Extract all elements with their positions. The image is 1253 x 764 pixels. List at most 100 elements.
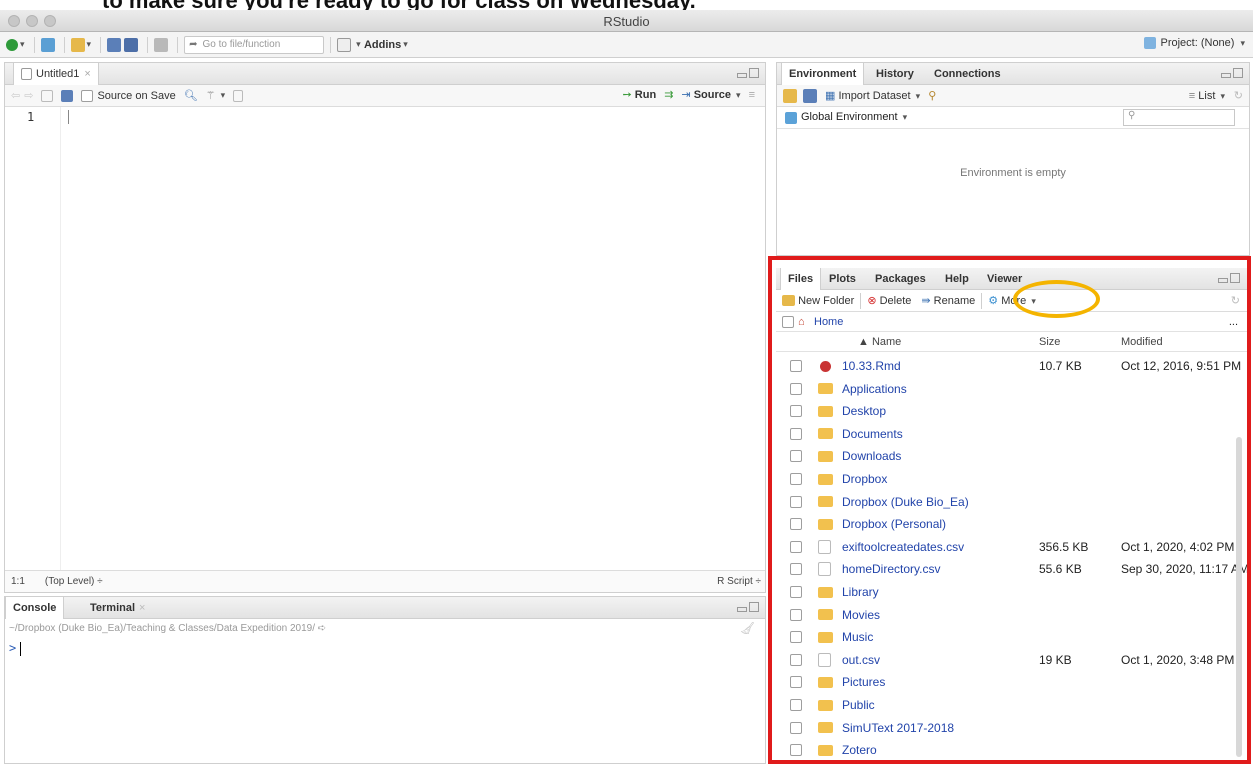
file-name[interactable]: Zotero <box>842 743 877 757</box>
back-arrow-icon[interactable]: ⇦ <box>11 89 20 102</box>
file-name[interactable]: exiftoolcreatedates.csv <box>842 540 964 554</box>
scope-selector[interactable]: (Top Level) ÷ <box>45 576 103 587</box>
code-editor[interactable] <box>60 107 765 570</box>
file-row[interactable]: Downloads <box>776 445 1250 467</box>
rename-button[interactable]: ⇛ Rename <box>921 294 975 307</box>
broom-icon[interactable]: ⚲ <box>928 89 936 102</box>
tab-connections[interactable]: Connections <box>927 63 1008 85</box>
show-in-window-icon[interactable] <box>41 89 54 102</box>
file-checkbox[interactable] <box>790 427 802 440</box>
file-row[interactable]: Applications <box>776 378 1250 400</box>
close-tab-icon[interactable]: × <box>84 68 90 80</box>
file-checkbox[interactable] <box>790 653 802 666</box>
file-name[interactable]: Desktop <box>842 404 886 418</box>
file-name[interactable]: Public <box>842 698 875 712</box>
magic-wand-icon[interactable]: ⚚ <box>206 89 216 102</box>
file-checkbox[interactable] <box>790 518 802 531</box>
file-row[interactable]: Library <box>776 581 1250 603</box>
file-row[interactable]: Documents <box>776 423 1250 445</box>
go-to-directory-icon[interactable]: ➪ <box>318 623 326 634</box>
tab-files[interactable]: Files <box>780 268 822 290</box>
tab-untitled1[interactable]: Untitled1 × <box>13 63 99 85</box>
source-button[interactable]: ⇥ Source ▾ <box>681 88 740 101</box>
tab-help[interactable]: Help <box>938 268 976 290</box>
file-name[interactable]: Dropbox (Personal) <box>842 517 946 531</box>
scope-selector[interactable]: Global Environment ▾ <box>785 111 907 124</box>
file-name[interactable]: out.csv <box>842 653 880 667</box>
file-row[interactable]: out.csv 19 KB Oct 1, 2020, 3:48 PM <box>776 649 1250 671</box>
run-button[interactable]: ➙ Run <box>623 88 657 101</box>
file-name[interactable]: Documents <box>842 427 903 441</box>
file-row[interactable]: 10.33.Rmd 10.7 KB Oct 12, 2016, 9:51 PM <box>776 355 1250 377</box>
source-window-controls[interactable] <box>737 68 759 78</box>
file-name[interactable]: Dropbox (Duke Bio_Ea) <box>842 495 969 509</box>
file-checkbox[interactable] <box>790 699 802 711</box>
file-name[interactable]: Applications <box>842 382 907 396</box>
console-window-controls[interactable] <box>737 602 759 612</box>
console-input[interactable] <box>5 639 765 763</box>
forward-arrow-icon[interactable]: ⇨ <box>24 89 33 102</box>
close-tab-icon[interactable]: × <box>139 602 145 614</box>
clear-console-icon[interactable]: 🧹︎ <box>740 621 755 635</box>
tab-console[interactable]: Console <box>5 597 65 619</box>
file-checkbox[interactable] <box>790 360 802 372</box>
file-checkbox[interactable] <box>790 495 802 508</box>
tab-terminal[interactable]: Terminal × <box>83 597 152 619</box>
file-checkbox[interactable] <box>790 721 802 734</box>
files-window-controls[interactable] <box>1218 273 1240 283</box>
tab-plots[interactable]: Plots <box>822 268 863 290</box>
file-row[interactable]: Dropbox (Personal) <box>776 513 1250 535</box>
file-checkbox[interactable] <box>790 473 802 485</box>
load-workspace-icon[interactable] <box>783 88 797 103</box>
file-name[interactable]: Library <box>842 585 879 599</box>
file-row[interactable]: exiftoolcreatedates.csv 356.5 KB Oct 1, 20… <box>776 536 1250 558</box>
file-checkbox[interactable] <box>790 563 802 576</box>
column-name[interactable]: ▲ Name <box>858 336 901 348</box>
file-type-selector[interactable]: R Script ÷ <box>717 576 761 587</box>
tab-viewer[interactable]: Viewer <box>980 268 1029 290</box>
source-on-save-checkbox[interactable] <box>81 89 94 102</box>
file-checkbox[interactable] <box>790 450 802 463</box>
breadcrumb-home[interactable]: Home <box>814 316 843 328</box>
save-icon[interactable] <box>61 89 74 102</box>
import-dataset-button[interactable]: ▦ Import Dataset ▾ <box>825 89 920 102</box>
tab-packages[interactable]: Packages <box>868 268 933 290</box>
file-row[interactable]: Pictures <box>776 671 1250 693</box>
save-all-button[interactable] <box>124 35 139 55</box>
file-row[interactable]: Zotero <box>776 739 1250 761</box>
refresh-icon[interactable]: ↻ <box>1234 89 1243 102</box>
file-row[interactable]: SimUText 2017-2018 <box>776 717 1250 739</box>
delete-button[interactable]: ⊗ Delete <box>867 294 911 307</box>
open-file-button[interactable]: ▾ <box>70 35 91 55</box>
file-row[interactable]: Dropbox (Duke Bio_Ea) <box>776 491 1250 513</box>
file-row[interactable]: Dropbox <box>776 468 1250 490</box>
goto-file-input[interactable]: ➦ Go to file/function <box>184 35 325 54</box>
file-row[interactable]: Music <box>776 626 1250 648</box>
tab-history[interactable]: History <box>869 63 921 85</box>
file-name[interactable]: Downloads <box>842 449 901 463</box>
outline-icon[interactable]: ≡ <box>749 89 755 101</box>
print-button[interactable] <box>154 35 169 55</box>
column-size[interactable]: Size <box>1039 336 1060 348</box>
view-mode-menu[interactable]: ≡ List ▾ <box>1189 90 1225 102</box>
file-checkbox[interactable] <box>790 631 802 644</box>
rerun-button[interactable]: ⇉ <box>664 88 673 101</box>
select-all-checkbox[interactable] <box>782 316 794 328</box>
more-path-button[interactable]: ... <box>1229 316 1238 328</box>
search-icon[interactable]: 🔍︎ <box>184 89 198 102</box>
file-name[interactable]: Music <box>842 630 873 644</box>
file-row[interactable]: Public <box>776 694 1250 716</box>
file-name[interactable]: homeDirectory.csv <box>842 562 940 576</box>
file-checkbox[interactable] <box>790 744 802 757</box>
compile-report-icon[interactable] <box>233 89 244 102</box>
file-checkbox[interactable] <box>790 608 802 621</box>
project-menu[interactable]: Project: (None) ▾ <box>1144 37 1245 49</box>
file-name[interactable]: Dropbox <box>842 472 887 486</box>
file-row[interactable]: Desktop <box>776 400 1250 422</box>
environment-search-input[interactable]: ⚲ <box>1123 109 1235 126</box>
environment-window-controls[interactable] <box>1221 68 1243 78</box>
file-name[interactable]: SimUText 2017-2018 <box>842 721 954 735</box>
pane-layout-button[interactable] <box>337 35 352 55</box>
file-checkbox[interactable] <box>790 676 802 689</box>
new-project-button[interactable] <box>40 35 55 55</box>
